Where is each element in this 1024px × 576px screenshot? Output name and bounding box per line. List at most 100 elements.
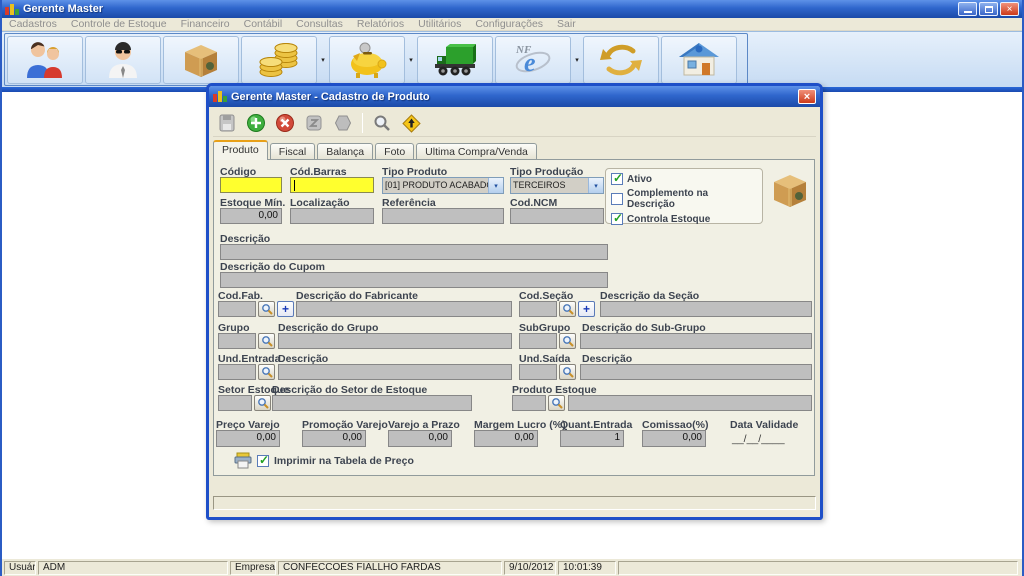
subgrupo-input[interactable] [519,333,557,349]
und-saida-search-button[interactable] [559,364,576,380]
desc-setor-estoque-input[interactable] [272,395,472,411]
tab-ultima-compra-venda[interactable]: Ultima Compra/Venda [416,143,537,160]
tab-fiscal[interactable]: Fiscal [270,143,315,160]
cod-fab-input[interactable] [218,301,256,317]
chevron-down-icon[interactable]: ▾ [488,178,503,193]
exit-button[interactable] [399,111,423,135]
desc-secao-input[interactable] [600,301,812,317]
clients-button[interactable] [7,36,83,84]
descricao-input[interactable] [220,244,608,260]
ativo-checkbox[interactable]: ✓ [611,173,623,185]
menu-sair[interactable]: Sair [550,18,583,30]
menu-financeiro[interactable]: Financeiro [174,18,237,30]
estoque-min-input[interactable]: 0,00 [220,208,282,224]
search-button[interactable] [370,111,394,135]
new-button[interactable] [244,111,268,135]
cod-secao-add-button[interactable]: + [578,301,595,317]
company-button[interactable] [661,36,737,84]
cod-secao-search-button[interactable] [559,301,576,317]
quant-entrada-input[interactable]: 1 [560,430,624,447]
dialog-close-button[interactable]: × [798,89,816,104]
menu-utilitarios[interactable]: Utilitários [411,18,468,30]
cod-fab-add-button[interactable]: + [277,301,294,317]
cod-barras-input[interactable] [290,177,374,193]
margem-lucro-input[interactable]: 0,00 [474,430,538,447]
descricao-cupom-input[interactable] [220,272,608,288]
bank-dropdown[interactable]: ▾ [406,36,416,84]
restore-button[interactable] [979,2,998,16]
cod-ncm-input[interactable] [510,208,604,224]
chevron-down-icon[interactable]: ▾ [588,178,603,193]
comissao-input[interactable]: 0,00 [642,430,706,447]
produto-estoque-input[interactable] [512,395,546,411]
subgrupo-search-button[interactable] [559,333,576,349]
app-title: Gerente Master [23,3,956,15]
statusbar-company-value: CONFECCOES FIALLHO FARDAS [278,561,502,575]
edit-button[interactable] [302,111,326,135]
tipo-produto-select[interactable]: [01] PRODUTO ACABADO ▾ [382,177,504,194]
desc-fabricante-input[interactable] [296,301,512,317]
controla-estoque-option[interactable]: ✓ Controla Estoque [611,213,758,225]
product-box-icon [179,40,223,80]
referencia-input[interactable] [382,208,504,224]
codigo-input[interactable] [220,177,282,193]
print-option-row[interactable]: ✓ Imprimir na Tabela de Preço [234,452,414,469]
data-validade-input[interactable]: __/__/____ [732,433,785,445]
und-saida-desc-input[interactable] [580,364,812,380]
setor-estoque-search-button[interactable] [254,395,271,411]
cod-fab-search-button[interactable] [258,301,275,317]
desc-grupo-input[interactable] [278,333,512,349]
dropdown-arrow-icon: ▾ [409,56,413,64]
menu-configuracoes[interactable]: Configurações [468,18,550,30]
employee-icon [101,40,145,80]
controla-estoque-checkbox[interactable]: ✓ [611,213,623,225]
money-button[interactable] [241,36,317,84]
delete-button[interactable] [273,111,297,135]
localizacao-input[interactable] [290,208,374,224]
grupo-search-button[interactable] [258,333,275,349]
complemento-option[interactable]: Complemento na Descrição [611,188,758,210]
menu-cadastros[interactable]: Cadastros [2,18,64,30]
plus-icon: + [583,303,590,315]
nfe-icon: NF e [511,40,555,80]
sync-button[interactable] [583,36,659,84]
tab-balanca[interactable]: Balança [317,143,373,160]
tab-produto[interactable]: Produto [213,140,268,160]
nfe-dropdown[interactable]: ▾ [572,36,582,84]
menu-relatorios[interactable]: Relatórios [350,18,411,30]
grupo-input[interactable] [218,333,256,349]
menu-consultas[interactable]: Consultas [289,18,350,30]
preco-varejo-input[interactable]: 0,00 [216,430,280,447]
ativo-option[interactable]: ✓ Ativo [611,173,758,185]
und-saida-input[interactable] [519,364,557,380]
menu-contabil[interactable]: Contábil [237,18,290,30]
check-icon: ✓ [613,171,623,185]
menu-controle-de-estoque[interactable]: Controle de Estoque [64,18,174,30]
stop-button[interactable] [331,111,355,135]
minimize-button[interactable] [958,2,977,16]
und-entrada-desc-input[interactable] [278,364,512,380]
employee-button[interactable] [85,36,161,84]
setor-estoque-input[interactable] [218,395,252,411]
und-entrada-search-button[interactable] [258,364,275,380]
imprimir-tabela-checkbox[interactable]: ✓ [257,455,269,467]
produto-estoque-desc-input[interactable] [568,395,812,411]
produto-tab-panel: Código Cód.Barras Tipo Produto [01] PROD… [213,159,815,476]
save-button[interactable] [215,111,239,135]
money-dropdown[interactable]: ▾ [318,36,328,84]
bank-button[interactable] [329,36,405,84]
dropdown-arrow-icon: ▾ [575,56,579,64]
desc-subgrupo-input[interactable] [580,333,812,349]
produto-estoque-search-button[interactable] [548,395,565,411]
tab-foto[interactable]: Foto [375,143,414,160]
cod-secao-input[interactable] [519,301,557,317]
und-entrada-input[interactable] [218,364,256,380]
promocao-varejo-input[interactable]: 0,00 [302,430,366,447]
shipping-button[interactable] [417,36,493,84]
tipo-producao-select[interactable]: TERCEIROS ▾ [510,177,604,194]
nfe-button[interactable]: NF e [495,36,571,84]
varejo-a-prazo-input[interactable]: 0,00 [388,430,452,447]
complemento-checkbox[interactable] [611,193,623,205]
products-button[interactable] [163,36,239,84]
close-button[interactable]: × [1000,2,1019,16]
